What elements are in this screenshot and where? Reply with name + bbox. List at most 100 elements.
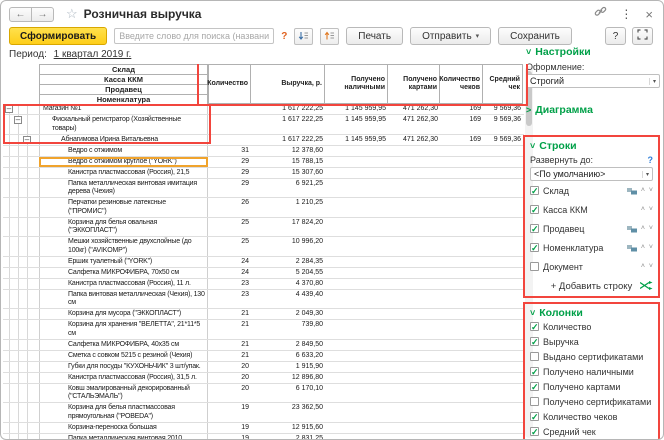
table-row[interactable]: Папка винтовая металлическая (Чехия), 13…	[3, 290, 524, 310]
checkbox[interactable]: ✓	[530, 186, 539, 195]
column-field-item[interactable]: ✓ Количество	[530, 319, 653, 334]
hierarchy-icon[interactable]	[627, 244, 637, 252]
table-row[interactable]: Канистра пластмассовая (Россия), 11 л. 2…	[3, 279, 524, 290]
table-row[interactable]: Канистра пластмассовая (Россия), 31,5 л.…	[3, 373, 524, 384]
move-up-icon[interactable]: ˄	[641, 244, 645, 251]
hierarchy-icon[interactable]	[627, 187, 637, 195]
more-menu-icon[interactable]: ⋮	[620, 7, 632, 21]
checkbox[interactable]: ✓	[530, 243, 539, 252]
col-header-quantity[interactable]: Количество	[208, 64, 251, 104]
row-field-item[interactable]: ✓ Склад ˄ ˅	[530, 181, 653, 200]
collapse-expander-icon[interactable]: –	[5, 105, 13, 113]
checkbox[interactable]: ✓	[530, 205, 539, 214]
column-field-item[interactable]: Выдано сертификатами	[530, 349, 653, 364]
swap-rows-columns-icon[interactable]	[640, 281, 653, 292]
checkbox[interactable]	[530, 397, 539, 406]
column-field-item[interactable]: Получено сертификатами	[530, 394, 653, 409]
checkbox[interactable]: ✓	[530, 337, 539, 346]
collapse-groups-button[interactable]	[294, 28, 313, 45]
table-row[interactable]: Корзина для белья овальная ("ЭККОПЛАСТ")…	[3, 218, 524, 238]
back-button[interactable]: ←	[9, 7, 32, 22]
appearance-select[interactable]: Строгий ▾	[526, 74, 660, 88]
checkbox[interactable]	[530, 352, 539, 361]
checkbox[interactable]: ✓	[530, 367, 539, 376]
diagram-section-header[interactable]: > Диаграмма	[526, 104, 660, 116]
table-row[interactable]: Корзина для хранения "ВЕЛЕТТА", 21*11*5 …	[3, 320, 524, 340]
table-row[interactable]: Корзина-переноска большая 19 12 915,60	[3, 423, 524, 434]
expand-to-select[interactable]: <По умолчанию> ▾	[530, 167, 653, 181]
expand-help-icon[interactable]: ?	[648, 155, 654, 165]
move-up-icon[interactable]: ˄	[641, 206, 645, 213]
table-row[interactable]: Ковш эмалированный декорированный ("СТАЛ…	[3, 384, 524, 404]
table-row[interactable]: Салфетка МИКРОФИБРА, 70x50 см 24 5 204,5…	[3, 268, 524, 279]
checkbox[interactable]	[530, 262, 539, 271]
column-field-item[interactable]: ✓ Количество чеков	[530, 409, 653, 424]
hierarchy-icon[interactable]	[627, 225, 637, 233]
column-field-item[interactable]: ✓ Средний чек	[530, 424, 653, 439]
move-down-icon[interactable]: ˅	[649, 225, 653, 232]
settings-section-header[interactable]: ˅ Настройки	[526, 46, 660, 58]
table-row[interactable]: Сметка с совком 5215 с резиной (Чехия) 2…	[3, 351, 524, 362]
generate-button[interactable]: Сформировать	[9, 27, 107, 45]
help-button[interactable]: ?	[605, 27, 626, 45]
table-row[interactable]: Ершик туалетный ("YORK") 24 2 284,35	[3, 257, 524, 268]
table-row[interactable]: – Абнагимова Ирина Витальевна 1 617 222,…	[3, 135, 524, 146]
checkbox[interactable]: ✓	[530, 382, 539, 391]
col-header-revenue[interactable]: Выручка, р.	[251, 64, 325, 104]
rows-section-header[interactable]: ˅ Строки	[530, 140, 653, 152]
table-row[interactable]: Корзина для мусора ("ЭККОПЛАСТ") 21 2 04…	[3, 309, 524, 320]
save-button[interactable]: Сохранить	[498, 27, 572, 45]
move-up-icon[interactable]: ˄	[641, 225, 645, 232]
col-header-cash[interactable]: Получено наличными	[325, 64, 388, 104]
move-down-icon[interactable]: ˅	[649, 263, 653, 270]
table-row[interactable]: Перчатки резиновые латексные ("ПРОМИС") …	[3, 198, 524, 218]
table-row[interactable]: – Магазин №1 1 617 222,25 1 145 959,95 4…	[3, 104, 524, 115]
forward-button[interactable]: →	[31, 7, 54, 22]
row-field-item[interactable]: Документ ˄ ˅	[530, 257, 653, 276]
move-down-icon[interactable]: ˅	[649, 206, 653, 213]
expand-groups-button[interactable]	[320, 28, 339, 45]
table-row[interactable]: – Фискальный регистратор (Хозяйственные …	[3, 115, 524, 135]
fullscreen-button[interactable]	[632, 27, 653, 45]
column-field-item[interactable]: ✓ Получено наличными	[530, 364, 653, 379]
move-down-icon[interactable]: ˅	[649, 187, 653, 194]
checkbox[interactable]: ✓	[530, 322, 539, 331]
table-row[interactable]: Папка металлическая винтовая имитация де…	[3, 179, 524, 199]
table-row[interactable]: Канистра пластмассовая (Россия), 21,5 29…	[3, 168, 524, 179]
period-link[interactable]: 1 квартал 2019 г.	[54, 49, 132, 60]
move-up-icon[interactable]: ˄	[641, 187, 645, 194]
table-row[interactable]: Ведро с отжимом 31 12 378,60	[3, 146, 524, 157]
search-help-icon[interactable]: ?	[281, 31, 287, 42]
checkbox[interactable]: ✓	[530, 224, 539, 233]
send-button[interactable]: Отправить ▾	[410, 27, 491, 45]
cards-cell	[388, 362, 440, 372]
table-row[interactable]: Мешки хозяйственные двухслойные (до 100к…	[3, 237, 524, 257]
get-link-icon[interactable]	[594, 5, 607, 23]
column-field-item[interactable]: ✓ Выручка	[530, 334, 653, 349]
revenue-cell: 15 788,15	[251, 157, 325, 167]
row-field-item[interactable]: ✓ Касса ККМ ˄ ˅	[530, 200, 653, 219]
checkbox[interactable]: ✓	[530, 412, 539, 421]
collapse-expander-icon[interactable]: –	[14, 116, 22, 124]
search-input[interactable]	[114, 28, 274, 44]
col-header-cards[interactable]: Получено картами	[388, 64, 440, 104]
move-up-icon[interactable]: ˄	[641, 263, 645, 270]
table-row[interactable]: Папка металлическая винтовая 2010 (Чехия…	[3, 434, 524, 440]
row-field-item[interactable]: ✓ Номенклатура ˄ ˅	[530, 238, 653, 257]
col-header-avg[interactable]: Средний чек	[483, 64, 523, 104]
row-field-item[interactable]: ✓ Продавец ˄ ˅	[530, 219, 653, 238]
collapse-expander-icon[interactable]: –	[23, 136, 31, 144]
print-button[interactable]: Печать	[346, 27, 403, 45]
favorite-star-icon[interactable]: ☆	[66, 6, 78, 22]
add-row-button[interactable]: + Добавить строку	[551, 281, 633, 292]
table-row[interactable]: Корзина для белья пластмассовая прямоуго…	[3, 403, 524, 423]
move-down-icon[interactable]: ˅	[649, 244, 653, 251]
table-row[interactable]: Салфетка МИКРОФИБРА, 40x35 см 21 2 849,5…	[3, 340, 524, 351]
close-icon[interactable]: ×	[645, 7, 653, 22]
columns-section-header[interactable]: ˅ Колонки	[530, 307, 653, 319]
column-field-item[interactable]: ✓ Получено картами	[530, 379, 653, 394]
table-row[interactable]: Губки для посуды "КУХОНЬЧИК" 3 шт/упак. …	[3, 362, 524, 373]
checkbox[interactable]: ✓	[530, 427, 539, 436]
col-header-checks[interactable]: Количество чеков	[440, 64, 483, 104]
table-row[interactable]: Ведро с отжимом круглое ("YORK") 29 15 7…	[3, 157, 524, 168]
